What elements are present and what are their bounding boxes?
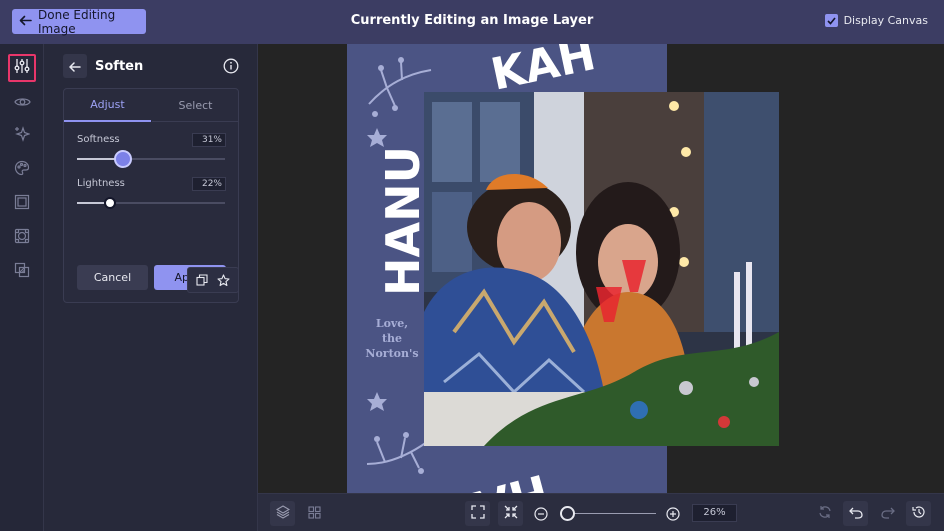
zoom-out-icon[interactable] [534, 506, 548, 525]
layers-panel-button[interactable] [270, 501, 295, 526]
lightness-label: Lightness [77, 178, 125, 189]
bottom-toolbar: 26% [258, 493, 944, 531]
grid-button[interactable] [302, 501, 327, 526]
arrow-left-icon [69, 57, 81, 76]
expand-icon [470, 504, 485, 523]
softness-slider[interactable] [77, 150, 225, 168]
grid-icon [308, 504, 321, 523]
fit-to-layer-button[interactable] [498, 501, 523, 526]
signoff-text: Love, the Norton's [365, 317, 419, 360]
palette-icon [14, 160, 30, 180]
color-button[interactable] [8, 156, 36, 184]
copy-icon[interactable] [196, 274, 208, 286]
checkbox-checked-icon[interactable] [824, 14, 838, 27]
star-decoration-icon [367, 128, 387, 147]
stack-icon [275, 504, 290, 523]
zoom-slider-track[interactable] [564, 513, 656, 514]
history-button[interactable] [906, 501, 931, 526]
back-button[interactable] [63, 54, 87, 78]
tool-rail [0, 44, 44, 531]
lightness-slider-thumb[interactable] [104, 197, 116, 209]
lightness-slider[interactable] [77, 197, 225, 209]
undo-button[interactable] [843, 501, 868, 526]
headline-vertical-text: HANU [376, 146, 430, 296]
frame-button[interactable] [8, 190, 36, 218]
visibility-button[interactable] [8, 88, 36, 116]
zoom-in-icon[interactable] [666, 506, 680, 525]
history-icon [911, 504, 926, 523]
star-icon[interactable] [217, 273, 230, 287]
shrink-icon [504, 504, 518, 523]
done-editing-label: Done Editing Image [38, 7, 116, 36]
undo-icon [848, 504, 863, 523]
panel-title: Soften [95, 59, 144, 74]
layers-button[interactable] [8, 258, 36, 286]
zoom-percentage-field[interactable]: 26% [692, 504, 737, 522]
adjustments-button[interactable] [8, 54, 36, 82]
done-editing-button[interactable]: Done Editing Image [12, 7, 146, 36]
arrow-left-icon [19, 15, 32, 29]
star-decoration-icon [367, 392, 387, 411]
photo-layer[interactable] [424, 92, 779, 446]
couple-photo [424, 92, 779, 446]
sliders-icon [14, 58, 30, 78]
layers-icon [14, 262, 30, 282]
zoom-slider-thumb[interactable] [560, 506, 575, 521]
headline-bottom-text: HAN [431, 463, 554, 493]
display-canvas-label: Display Canvas [843, 14, 928, 27]
softness-label: Softness [77, 134, 120, 145]
soften-panel: Soften Adjust Select Softness 31% Lightn… [44, 44, 258, 531]
fit-to-screen-button[interactable] [465, 501, 490, 526]
cancel-button[interactable]: Cancel [77, 265, 148, 290]
refresh-button[interactable] [812, 501, 837, 526]
branch-bottom-icon [366, 437, 428, 469]
preset-actions [187, 267, 239, 293]
sparkle-icon [14, 126, 31, 146]
refresh-icon [818, 504, 832, 523]
softness-value-field[interactable]: 31% [192, 133, 226, 147]
tab-select[interactable]: Select [152, 89, 239, 122]
frame-icon [14, 194, 30, 214]
effects-button[interactable] [8, 122, 36, 150]
info-icon[interactable] [223, 58, 239, 74]
redo-button[interactable] [875, 501, 900, 526]
eye-icon [13, 93, 31, 112]
redo-icon [880, 504, 895, 523]
top-bar: Done Editing Image Currently Editing an … [0, 0, 944, 44]
display-canvas-toggle[interactable]: Display Canvas [824, 14, 928, 27]
canvas-workspace[interactable]: HANU KAH HAN Love, the Norton [258, 44, 944, 493]
crop-button[interactable] [8, 224, 36, 252]
tab-adjust[interactable]: Adjust [64, 89, 151, 122]
crop-icon [14, 228, 30, 248]
softness-slider-thumb[interactable] [114, 150, 132, 168]
lightness-value-field[interactable]: 22% [192, 177, 226, 191]
